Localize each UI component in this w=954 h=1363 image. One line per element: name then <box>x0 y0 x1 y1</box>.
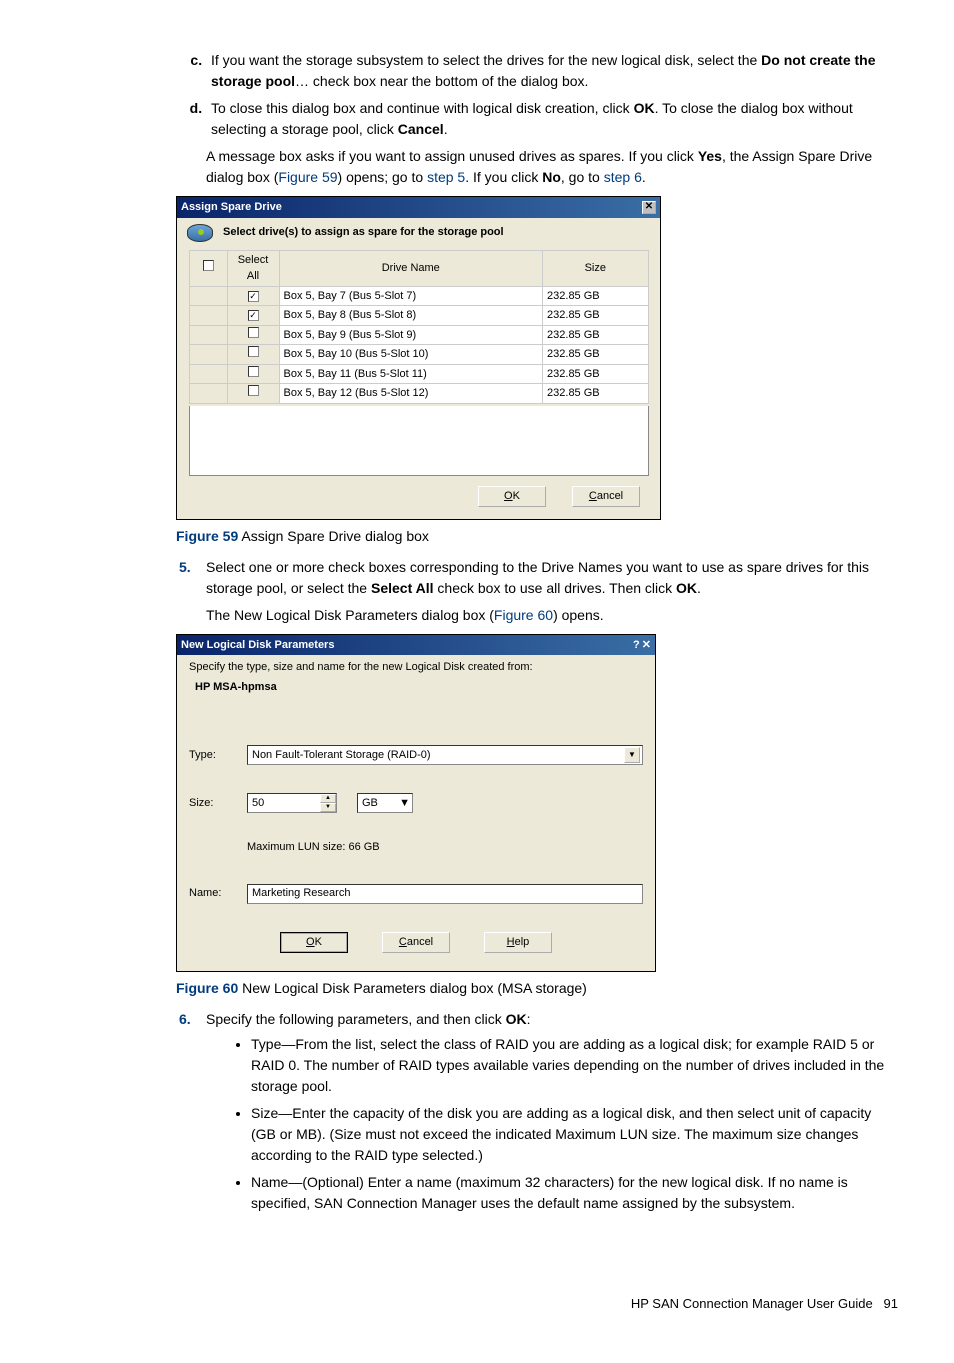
step-5: 5. Select one or more check boxes corres… <box>176 557 898 626</box>
figure-59-caption: Figure 59 Assign Spare Drive dialog box <box>176 526 898 547</box>
step5-sub: The New Logical Disk Parameters dialog b… <box>206 605 898 626</box>
text: . <box>444 121 448 137</box>
dialog-header: Select drive(s) to assign as spare for t… <box>177 218 660 248</box>
page-footer: HP SAN Connection Manager User Guide 91 <box>56 1294 898 1314</box>
row-checkbox[interactable] <box>248 310 259 321</box>
close-icon[interactable]: ✕ <box>642 201 656 214</box>
spinner-down-icon[interactable]: ▼ <box>320 803 336 812</box>
titlebar: New Logical Disk Parameters ? ✕ <box>177 635 655 656</box>
size-spinner[interactable]: 50 ▲ ▼ <box>247 793 337 813</box>
new-logical-disk-dialog: New Logical Disk Parameters ? ✕ Specify … <box>176 634 656 972</box>
dialog-title: New Logical Disk Parameters <box>181 637 334 654</box>
help-icon[interactable]: ? <box>633 637 640 654</box>
row-checkbox[interactable] <box>248 346 259 357</box>
bold: Cancel <box>398 121 444 137</box>
help-button[interactable]: Help <box>484 932 552 953</box>
row-checkbox[interactable] <box>248 327 259 338</box>
unit-select[interactable]: GB ▼ <box>357 793 413 813</box>
cancel-button[interactable]: Cancel <box>572 486 640 507</box>
assign-spare-drive-dialog: Assign Spare Drive ✕ Select drive(s) to … <box>176 196 661 520</box>
dialog-title: Assign Spare Drive <box>181 199 282 216</box>
item-d: To close this dialog box and continue wi… <box>206 98 898 140</box>
col-select-all[interactable]: Select All <box>227 250 279 286</box>
name-label: Name: <box>189 885 247 902</box>
drive-name-cell: Box 5, Bay 10 (Bus 5-Slot 10) <box>279 345 543 365</box>
row-checkbox[interactable] <box>248 291 259 302</box>
size-label: Size: <box>189 795 247 812</box>
drive-table: Select All Drive Name Size Box 5, Bay 7 … <box>189 250 649 404</box>
step-6: 6. Specify the following parameters, and… <box>176 1009 898 1214</box>
item-c: If you want the storage subsystem to sel… <box>206 50 898 92</box>
titlebar: Assign Spare Drive ✕ <box>177 197 660 218</box>
table-row: Box 5, Bay 10 (Bus 5-Slot 10)232.85 GB <box>189 345 648 365</box>
ok-button[interactable]: OK <box>478 486 546 507</box>
size-cell: 232.85 GB <box>543 384 648 404</box>
link-step-5[interactable]: step 5 <box>427 169 465 185</box>
device-name: HP MSA-hpmsa <box>195 679 643 696</box>
text: To close this dialog box and continue wi… <box>211 100 634 116</box>
size-cell: 232.85 GB <box>543 306 648 326</box>
type-select[interactable]: Non Fault-Tolerant Storage (RAID-0) ▼ <box>247 745 643 765</box>
col-drive-name: Drive Name <box>279 250 543 286</box>
text: If you want the storage subsystem to sel… <box>211 52 761 68</box>
text: … check box near the bottom of the dialo… <box>295 73 588 89</box>
dialog-subtitle: Select drive(s) to assign as spare for t… <box>223 224 504 241</box>
message-paragraph: A message box asks if you want to assign… <box>206 146 898 188</box>
name-input[interactable]: Marketing Research <box>247 884 643 904</box>
dialog-instruction: Specify the type, size and name for the … <box>189 659 643 676</box>
drive-name-cell: Box 5, Bay 12 (Bus 5-Slot 12) <box>279 384 543 404</box>
type-label: Type: <box>189 747 247 764</box>
col-size: Size <box>543 250 648 286</box>
figure-60-caption: Figure 60 New Logical Disk Parameters di… <box>176 978 898 999</box>
link-step-6[interactable]: step 6 <box>604 169 642 185</box>
bullet-name: Name—(Optional) Enter a name (maximum 32… <box>251 1172 898 1214</box>
size-cell: 232.85 GB <box>543 286 648 306</box>
link-figure-59[interactable]: Figure 59 <box>278 169 337 185</box>
size-cell: 232.85 GB <box>543 345 648 365</box>
cancel-button[interactable]: Cancel <box>382 932 450 953</box>
max-lun-text: Maximum LUN size: 66 GB <box>247 839 643 856</box>
table-row: Box 5, Bay 7 (Bus 5-Slot 7)232.85 GB <box>189 286 648 306</box>
select-all-checkbox[interactable] <box>203 260 214 271</box>
table-row: Box 5, Bay 11 (Bus 5-Slot 11)232.85 GB <box>189 364 648 384</box>
bullet-size: Size—Enter the capacity of the disk you … <box>251 1103 898 1166</box>
table-blank-area <box>189 406 649 476</box>
spinner-up-icon[interactable]: ▲ <box>320 794 336 803</box>
table-row: Box 5, Bay 9 (Bus 5-Slot 9)232.85 GB <box>189 325 648 345</box>
drive-name-cell: Box 5, Bay 8 (Bus 5-Slot 8) <box>279 306 543 326</box>
link-figure-60[interactable]: Figure 60 <box>494 607 553 623</box>
bold: OK <box>634 100 655 116</box>
bullet-type: Type—From the list, select the class of … <box>251 1034 898 1097</box>
drive-name-cell: Box 5, Bay 9 (Bus 5-Slot 9) <box>279 325 543 345</box>
close-icon[interactable]: ✕ <box>642 637 651 654</box>
table-row: Box 5, Bay 8 (Bus 5-Slot 8)232.85 GB <box>189 306 648 326</box>
row-checkbox[interactable] <box>248 366 259 377</box>
drive-name-cell: Box 5, Bay 11 (Bus 5-Slot 11) <box>279 364 543 384</box>
row-checkbox[interactable] <box>248 385 259 396</box>
col-blank <box>189 250 227 286</box>
chevron-down-icon[interactable]: ▼ <box>399 795 410 812</box>
ok-button[interactable]: OK <box>280 932 348 953</box>
chevron-down-icon[interactable]: ▼ <box>624 747 640 763</box>
size-cell: 232.85 GB <box>543 364 648 384</box>
size-cell: 232.85 GB <box>543 325 648 345</box>
disk-icon <box>187 224 213 242</box>
drive-name-cell: Box 5, Bay 7 (Bus 5-Slot 7) <box>279 286 543 306</box>
table-row: Box 5, Bay 12 (Bus 5-Slot 12)232.85 GB <box>189 384 648 404</box>
